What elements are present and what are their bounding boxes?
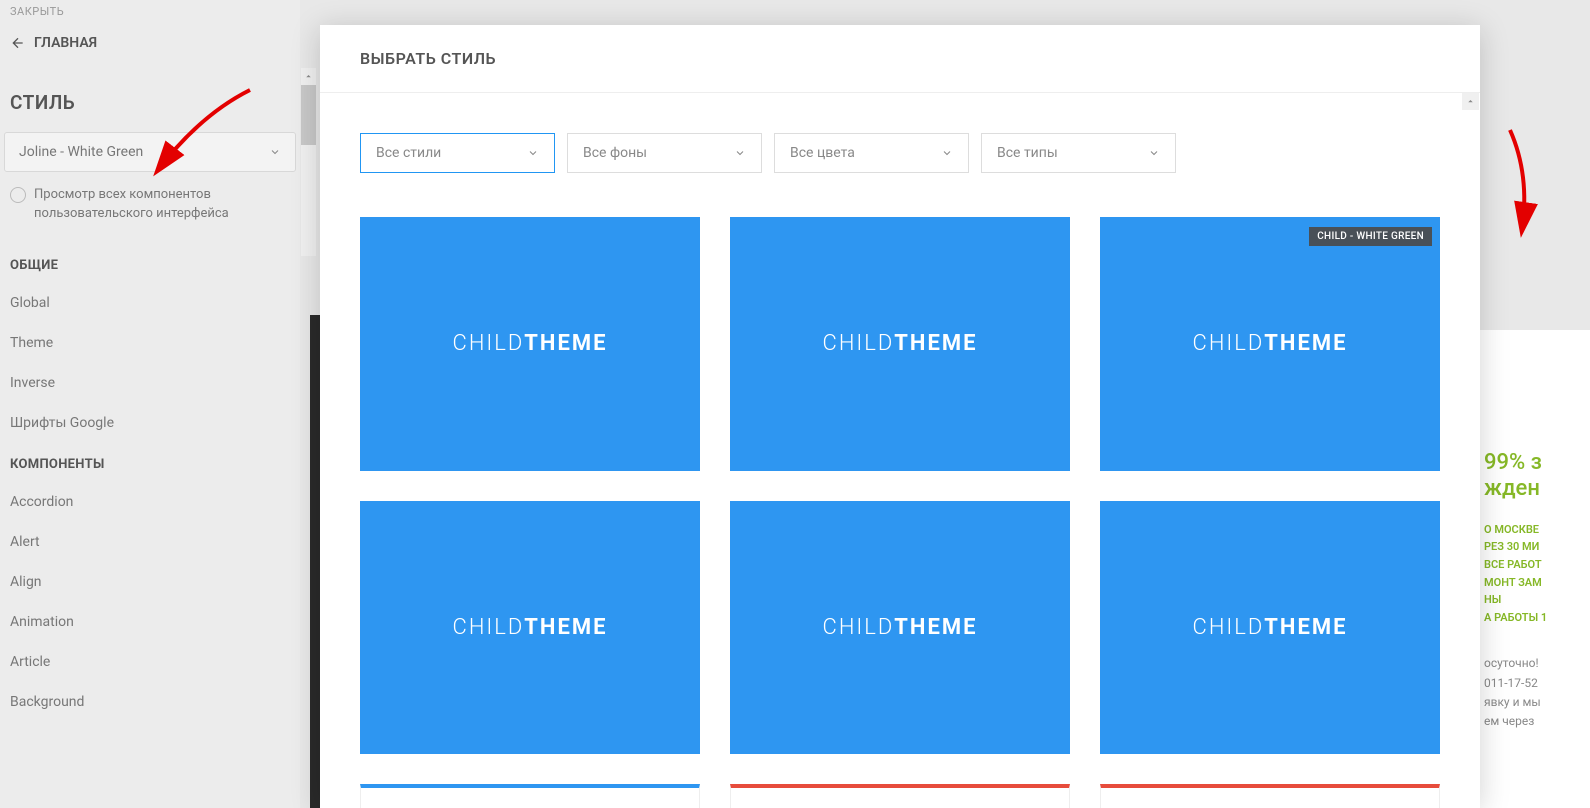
theme-card[interactable]: CHILDTHEME CHILD - WHITE GREEN xyxy=(1100,217,1440,471)
theme-card-label: CHILDTHEME xyxy=(453,615,608,640)
chevron-down-icon xyxy=(734,147,746,159)
text: НЫ xyxy=(1484,591,1590,609)
scroll-up-button[interactable] xyxy=(1462,93,1479,110)
nav-item[interactable]: Article xyxy=(0,642,300,682)
filter-select[interactable]: Все фоны xyxy=(567,133,762,173)
nav-group-header: КОМПОНЕНТЫ xyxy=(0,443,300,482)
text: А РАБОТЫ 1 xyxy=(1484,609,1590,627)
filter-label: Все цвета xyxy=(790,145,855,161)
theme-card-label: CHILDTHEME xyxy=(823,615,978,640)
back-button[interactable]: ГЛАВНАЯ xyxy=(0,23,300,63)
text: явку и мы xyxy=(1484,693,1590,712)
text: жден xyxy=(1484,476,1590,502)
chevron-down-icon xyxy=(527,147,539,159)
theme-card[interactable] xyxy=(1100,784,1440,808)
theme-card[interactable] xyxy=(360,784,700,808)
filter-select[interactable]: Все типы xyxy=(981,133,1176,173)
theme-card[interactable] xyxy=(730,784,1070,808)
chevron-up-icon xyxy=(1466,97,1475,106)
filter-row: Все стили Все фоны Все цвета Все типы xyxy=(360,133,1440,173)
chevron-down-icon xyxy=(1148,147,1160,159)
chevron-down-icon xyxy=(941,147,953,159)
text: РЕЗ 30 МИ xyxy=(1484,538,1590,556)
close-label[interactable]: ЗАКРЫТЬ xyxy=(0,0,300,23)
text: осуточно! xyxy=(1484,654,1590,673)
text: О МОСКВЕ xyxy=(1484,521,1590,539)
theme-card[interactable]: CHILDTHEME xyxy=(360,217,700,471)
theme-card-label: CHILDTHEME xyxy=(1193,331,1348,356)
outer-scrollbar[interactable] xyxy=(301,68,316,256)
filter-label: Все типы xyxy=(997,145,1058,161)
section-title: СТИЛЬ xyxy=(0,63,300,132)
style-dropdown[interactable]: Joline - White Green xyxy=(4,132,296,172)
nav-item[interactable]: Background xyxy=(0,682,300,722)
style-picker-modal: ВЫБРАТЬ СТИЛЬ Все стили Все фоны Все цвета… xyxy=(320,25,1480,808)
nav-group-header: ОБЩИЕ xyxy=(0,244,300,283)
modal-title: ВЫБРАТЬ СТИЛЬ xyxy=(320,25,1480,93)
text: 99% з xyxy=(1484,450,1590,476)
sidebar: ЗАКРЫТЬ ГЛАВНАЯ СТИЛЬ Joline - White Gre… xyxy=(0,0,300,808)
style-dropdown-value: Joline - White Green xyxy=(19,144,143,160)
theme-card-label: CHILDTHEME xyxy=(823,331,978,356)
filter-label: Все стили xyxy=(376,145,441,161)
filter-select[interactable]: Все цвета xyxy=(774,133,969,173)
nav-item[interactable]: Animation xyxy=(0,602,300,642)
nav-item[interactable]: Global xyxy=(0,283,300,323)
theme-card-label: CHILDTHEME xyxy=(453,331,608,356)
nav-item[interactable]: Accordion xyxy=(0,482,300,522)
nav-item[interactable]: Alert xyxy=(0,522,300,562)
nav-item[interactable]: Align xyxy=(0,562,300,602)
chevron-down-icon xyxy=(269,146,281,158)
back-label: ГЛАВНАЯ xyxy=(34,35,97,51)
radio-icon xyxy=(10,187,26,203)
nav-item[interactable]: Inverse xyxy=(0,363,300,403)
theme-badge: CHILD - WHITE GREEN xyxy=(1309,227,1432,246)
modal-body[interactable]: Все стили Все фоны Все цвета Все типы CHILD… xyxy=(320,93,1480,808)
nav-item[interactable]: Шрифты Google xyxy=(0,403,300,443)
theme-grid: CHILDTHEME CHILDTHEME CHILDTHEME CHILD - WH… xyxy=(360,217,1440,808)
theme-card[interactable]: CHILDTHEME xyxy=(730,217,1070,471)
text: ВСЕ РАБОТ xyxy=(1484,556,1590,574)
filter-select[interactable]: Все стили xyxy=(360,133,555,173)
theme-card[interactable]: CHILDTHEME xyxy=(360,501,700,755)
preview-all-toggle[interactable]: Просмотр всех компонентов пользовательск… xyxy=(0,186,300,244)
preview-all-label: Просмотр всех компонентов пользовательск… xyxy=(34,186,290,224)
text: ем через xyxy=(1484,712,1590,731)
text: МОНТ ЗАМ xyxy=(1484,574,1590,592)
filter-label: Все фоны xyxy=(583,145,647,161)
theme-card[interactable]: CHILDTHEME xyxy=(1100,501,1440,755)
arrow-left-icon xyxy=(10,35,26,51)
partial-page-content: 99% з жден О МОСКВЕРЕЗ 30 МИВСЕ РАБОТМОН… xyxy=(1480,330,1590,808)
theme-card[interactable]: CHILDTHEME xyxy=(730,501,1070,755)
text: 011-17-52 xyxy=(1484,674,1590,693)
theme-card-label: CHILDTHEME xyxy=(1193,615,1348,640)
nav-item[interactable]: Theme xyxy=(0,323,300,363)
